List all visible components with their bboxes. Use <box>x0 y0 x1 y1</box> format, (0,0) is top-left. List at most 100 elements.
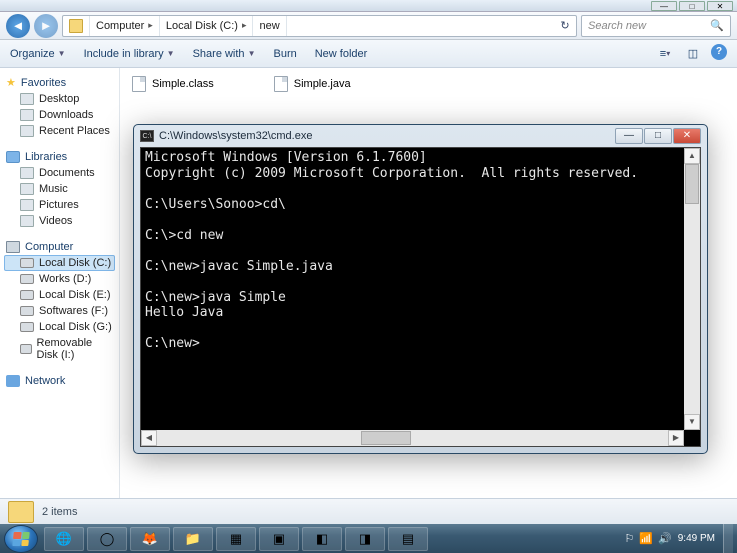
close-button[interactable]: ✕ <box>707 1 733 11</box>
taskbar-explorer[interactable]: 📁 <box>173 527 213 551</box>
sidebar-item-pictures[interactable]: Pictures <box>4 197 115 213</box>
network-icon <box>6 375 20 387</box>
cmd-text: Microsoft Windows [Version 6.1.7600] Cop… <box>145 150 696 352</box>
organize-button[interactable]: Organize▼ <box>10 48 66 60</box>
show-desktop-button[interactable] <box>723 524 733 553</box>
folder-icon <box>8 501 34 523</box>
sidebar-item-drive-d[interactable]: Works (D:) <box>4 271 115 287</box>
cmd-title-text: C:\Windows\system32\cmd.exe <box>159 130 312 142</box>
status-bar: 2 items <box>0 498 737 524</box>
sidebar-item-drive-i[interactable]: Removable Disk (I:) <box>4 335 115 363</box>
drive-icon <box>20 290 34 300</box>
cmd-scrollbar-vertical[interactable]: ▲ ▼ <box>684 148 700 430</box>
cmd-maximize-button[interactable]: □ <box>644 128 672 144</box>
tray-flag-icon[interactable]: ⚐ <box>624 532 634 545</box>
scroll-down-icon[interactable]: ▼ <box>684 414 700 430</box>
computer-icon <box>6 241 20 253</box>
star-icon: ★ <box>6 76 16 89</box>
sidebar-item-downloads[interactable]: Downloads <box>4 107 115 123</box>
libraries-icon <box>6 151 20 163</box>
documents-icon <box>20 167 34 179</box>
clock[interactable]: 9:49 PM <box>678 533 715 544</box>
breadcrumb-segment[interactable]: new <box>253 16 286 36</box>
taskbar-app[interactable]: ▤ <box>388 527 428 551</box>
scroll-left-icon[interactable]: ◀ <box>141 430 157 446</box>
sidebar-item-drive-f[interactable]: Softwares (F:) <box>4 303 115 319</box>
sidebar-item-videos[interactable]: Videos <box>4 213 115 229</box>
windows-logo-icon <box>12 532 29 546</box>
share-button[interactable]: Share with▼ <box>193 48 256 60</box>
sidebar-libraries-header[interactable]: Libraries <box>4 149 115 165</box>
taskbar-firefox[interactable]: 🦊 <box>130 527 170 551</box>
preview-pane-button[interactable]: ◫ <box>683 44 703 64</box>
taskbar-chrome[interactable]: ◯ <box>87 527 127 551</box>
sidebar-network-header[interactable]: Network <box>4 373 115 389</box>
taskbar-app[interactable]: ◨ <box>345 527 385 551</box>
music-icon <box>20 183 34 195</box>
scroll-up-icon[interactable]: ▲ <box>684 148 700 164</box>
burn-button[interactable]: Burn <box>273 48 296 60</box>
recent-icon <box>20 125 34 137</box>
view-button[interactable]: ≡▾ <box>655 44 675 64</box>
scroll-thumb[interactable] <box>685 164 699 204</box>
breadcrumb-segment[interactable]: Computer▸ <box>90 16 160 36</box>
tray-volume-icon[interactable]: 🔊 <box>658 532 672 545</box>
sidebar-favorites-header[interactable]: ★Favorites <box>4 74 115 91</box>
help-icon[interactable]: ? <box>711 44 727 60</box>
tray-network-icon[interactable]: 📶 <box>639 532 653 545</box>
breadcrumb[interactable]: Computer▸ Local Disk (C:)▸ new ↻ <box>62 15 577 37</box>
sidebar-item-drive-e[interactable]: Local Disk (E:) <box>4 287 115 303</box>
sidebar-item-drive-g[interactable]: Local Disk (G:) <box>4 319 115 335</box>
sidebar-computer-header[interactable]: Computer <box>4 239 115 255</box>
search-placeholder: Search new <box>588 20 646 32</box>
sidebar-item-drive-c[interactable]: Local Disk (C:) <box>4 255 115 271</box>
status-text: 2 items <box>42 506 77 518</box>
file-item[interactable]: Simple.java <box>274 76 351 92</box>
taskbar-app[interactable]: ◧ <box>302 527 342 551</box>
include-library-button[interactable]: Include in library▼ <box>84 48 175 60</box>
desktop-icon <box>20 93 34 105</box>
downloads-icon <box>20 109 34 121</box>
cmd-window[interactable]: C:\ C:\Windows\system32\cmd.exe — □ ✕ Mi… <box>133 124 708 454</box>
sidebar: ★Favorites Desktop Downloads Recent Plac… <box>0 68 120 498</box>
forward-button[interactable]: ► <box>34 14 58 38</box>
taskbar-ie[interactable]: 🌐 <box>44 527 84 551</box>
cmd-close-button[interactable]: ✕ <box>673 128 701 144</box>
file-item[interactable]: Simple.class <box>132 76 214 92</box>
maximize-button[interactable]: □ <box>679 1 705 11</box>
start-button[interactable] <box>4 525 38 553</box>
navbar: ◄ ► Computer▸ Local Disk (C:)▸ new ↻ Sea… <box>0 12 737 40</box>
taskbar: 🌐 ◯ 🦊 📁 ▦ ▣ ◧ ◨ ▤ ⚐ 📶 🔊 9:49 PM <box>0 524 737 553</box>
drive-icon <box>20 274 34 284</box>
sidebar-item-recent[interactable]: Recent Places <box>4 123 115 139</box>
videos-icon <box>20 215 34 227</box>
back-button[interactable]: ◄ <box>6 14 30 38</box>
drive-icon <box>20 306 34 316</box>
search-icon: 🔍 <box>710 19 724 32</box>
minimize-button[interactable]: — <box>651 1 677 11</box>
system-tray: ⚐ 📶 🔊 9:49 PM <box>624 524 733 553</box>
drive-icon <box>20 322 34 332</box>
refresh-icon[interactable]: ↻ <box>554 19 576 32</box>
drive-icon <box>69 19 83 33</box>
sidebar-item-music[interactable]: Music <box>4 181 115 197</box>
breadcrumb-segment[interactable]: Local Disk (C:)▸ <box>160 16 254 36</box>
cmd-icon: C:\ <box>140 130 154 142</box>
cmd-output[interactable]: Microsoft Windows [Version 6.1.7600] Cop… <box>141 148 700 423</box>
scroll-right-icon[interactable]: ▶ <box>668 430 684 446</box>
drive-icon <box>20 258 34 268</box>
window-chrome: — □ ✕ <box>0 0 737 12</box>
taskbar-app[interactable]: ▦ <box>216 527 256 551</box>
toolbar: Organize▼ Include in library▼ Share with… <box>0 40 737 68</box>
cmd-titlebar[interactable]: C:\ C:\Windows\system32\cmd.exe — □ ✕ <box>134 125 707 147</box>
scroll-thumb[interactable] <box>361 431 411 445</box>
new-folder-button[interactable]: New folder <box>315 48 368 60</box>
taskbar-app[interactable]: ▣ <box>259 527 299 551</box>
sidebar-item-desktop[interactable]: Desktop <box>4 91 115 107</box>
sidebar-item-documents[interactable]: Documents <box>4 165 115 181</box>
cmd-minimize-button[interactable]: — <box>615 128 643 144</box>
file-icon <box>132 76 146 92</box>
cmd-scrollbar-horizontal[interactable]: ◀ ▶ <box>141 430 684 446</box>
search-input[interactable]: Search new 🔍 <box>581 15 731 37</box>
file-icon <box>274 76 288 92</box>
